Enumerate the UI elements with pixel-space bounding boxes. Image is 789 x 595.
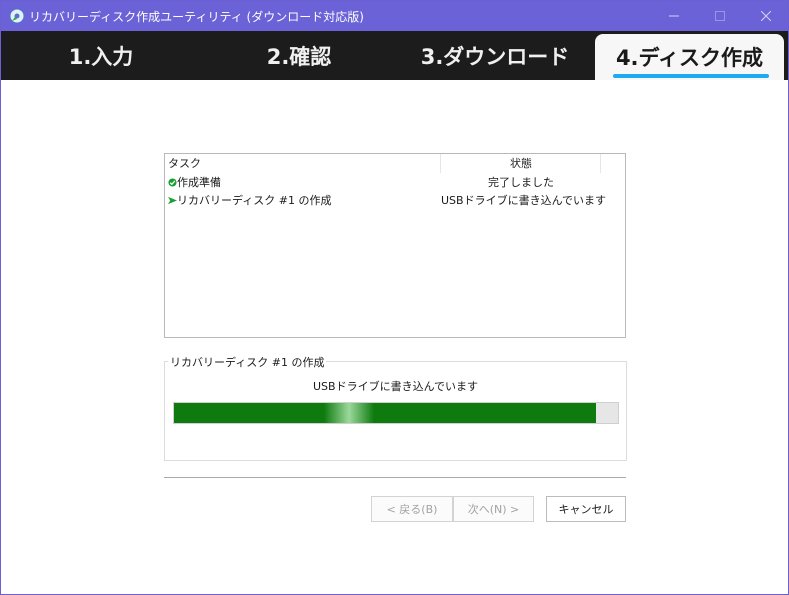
- task-name: リカバリーディスク #1 の作成: [177, 194, 332, 207]
- check-icon: [168, 178, 177, 187]
- maximize-icon: [715, 11, 725, 21]
- minimize-button[interactable]: [651, 1, 697, 31]
- arrow-right-icon: [168, 196, 177, 205]
- progress-shine: [324, 403, 374, 423]
- maximize-button[interactable]: [697, 1, 743, 31]
- progress-bar: [173, 402, 619, 424]
- cancel-button[interactable]: キャンセル: [546, 496, 626, 522]
- column-header-status[interactable]: 状態: [440, 154, 601, 173]
- progress-group: リカバリーディスク #1 の作成 USBドライブに書き込んでいます: [164, 354, 627, 461]
- column-separator: [600, 154, 601, 173]
- divider: [164, 477, 626, 478]
- active-tab-indicator: [613, 74, 769, 78]
- task-status: 完了しました: [488, 176, 554, 189]
- tab-input[interactable]: 1.入力: [1, 31, 201, 80]
- list-item[interactable]: リカバリーディスク #1 の作成 USBドライブに書き込んでいます: [165, 192, 625, 210]
- back-button[interactable]: < 戻る(B): [371, 496, 453, 522]
- group-legend: リカバリーディスク #1 の作成: [168, 354, 327, 370]
- window-title: リカバリーディスク作成ユーティリティ (ダウンロード対応版): [29, 10, 364, 24]
- task-list[interactable]: タスク 状態 作成準備 完了しました リカバリーディスク #1 の作成 USBド…: [164, 153, 626, 338]
- title-bar[interactable]: リカバリーディスク作成ユーティリティ (ダウンロード対応版): [1, 1, 788, 31]
- progress-caption: USBドライブに書き込んでいます: [312, 380, 479, 393]
- tab-download[interactable]: 3.ダウンロード: [397, 31, 593, 80]
- app-window: リカバリーディスク作成ユーティリティ (ダウンロード対応版) 1.入力 2.確認…: [0, 0, 789, 595]
- next-button[interactable]: 次へ(N) >: [453, 496, 534, 522]
- task-status: USBドライブに書き込んでいます: [441, 194, 607, 207]
- progress-fill: [174, 403, 596, 423]
- step-tabs: 1.入力 2.確認 3.ダウンロード 4.ディスク作成: [1, 31, 788, 80]
- minimize-icon: [669, 15, 679, 17]
- tab-confirm[interactable]: 2.確認: [201, 31, 397, 80]
- close-button[interactable]: [743, 1, 788, 31]
- column-header-task[interactable]: タスク: [168, 154, 201, 173]
- task-name: 作成準備: [177, 176, 221, 189]
- close-icon: [761, 11, 771, 21]
- app-icon: [9, 8, 25, 24]
- list-item[interactable]: 作成準備 完了しました: [165, 174, 625, 192]
